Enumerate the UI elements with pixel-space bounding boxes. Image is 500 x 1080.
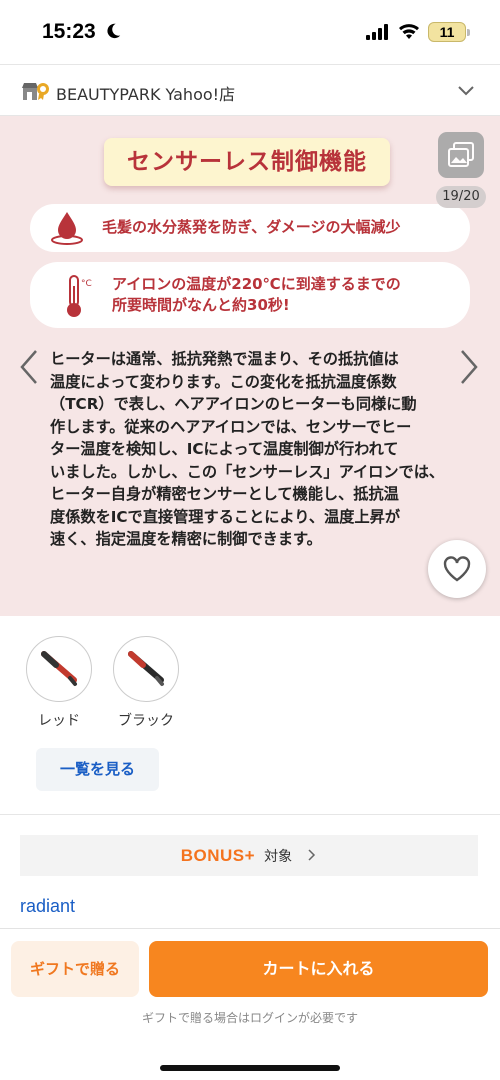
heart-icon	[443, 556, 471, 582]
description-line: ヒーター自身が精密センサーとして機能し、抵抗温	[50, 485, 399, 503]
section-divider	[0, 814, 500, 815]
bonus-plus-bar[interactable]: BONUS+ 対象	[20, 835, 478, 876]
chevron-down-icon[interactable]	[456, 83, 476, 97]
thermometer-unit: °C	[81, 279, 92, 289]
view-all-button[interactable]: 一覧を見る	[36, 748, 159, 791]
status-bar: 15:23 11	[0, 0, 500, 64]
next-image-arrow-icon[interactable]	[458, 348, 480, 386]
highlight-text-1: 毛髪の水分蒸発を防ぎ、ダメージの大幅減少	[102, 218, 401, 236]
description-line: ター温度を検知し、ICによって温度制御が行われて	[50, 440, 399, 458]
favorite-button[interactable]	[428, 540, 486, 598]
variant-thumbnail[interactable]	[113, 636, 179, 702]
description-line: 度係数をICで直接管理することにより、温度上昇が	[50, 507, 401, 526]
product-image-carousel[interactable]: センサーレス制御機能 毛髪の水分蒸発を防ぎ、ダメージの大幅減少 °C アイロンの…	[0, 116, 500, 616]
feature-title: センサーレス制御機能	[104, 138, 390, 186]
bonus-plus-logo: BONUS+	[180, 846, 256, 865]
variant-red[interactable]: レッド	[26, 636, 92, 730]
variant-label: ブラック	[118, 713, 174, 729]
wifi-icon	[399, 24, 419, 39]
description-line: 温度によって変わります。この変化を抵抗温度係数	[50, 372, 397, 391]
battery-indicator: 11	[428, 22, 470, 42]
description-line: （TCR）で表し、ヘアアイロンのヒーターも同様に動	[50, 395, 417, 413]
home-indicator[interactable]	[160, 1065, 340, 1071]
moon-icon	[107, 23, 121, 39]
description-line: 速く、指定温度を精密に制御できます。	[50, 530, 322, 548]
gift-button[interactable]: ギフトで贈る	[11, 941, 139, 997]
gallery-button[interactable]	[438, 132, 484, 178]
highlight-pill-2: °C アイロンの温度が220℃に到達するまでの 所要時間がなんと約30秒!	[30, 262, 470, 328]
highlight-text-2-line-2: 所要時間がなんと約30秒!	[112, 296, 290, 314]
previous-image-arrow-icon[interactable]	[18, 348, 40, 386]
store-icon	[22, 83, 49, 100]
variant-thumbnail[interactable]	[26, 636, 92, 702]
image-counter: 19/20	[436, 186, 486, 208]
bottom-action-bar: ギフトで贈る カートに入れる ギフトで贈る場合はログインが必要です	[0, 928, 500, 1080]
status-time: 15:23	[42, 20, 96, 43]
description-line: 作します。従来のヘアアイロンでは、センサーでヒー	[50, 417, 412, 436]
variant-label: レッド	[38, 713, 80, 729]
water-drop-icon	[51, 212, 83, 245]
bonus-label: 対象	[264, 849, 293, 865]
brand-link[interactable]: radiant	[20, 896, 75, 917]
cellular-signal-icon	[366, 24, 388, 40]
thermometer-icon: °C	[67, 275, 92, 317]
highlight-pill-1: 毛髪の水分蒸発を防ぎ、ダメージの大幅減少	[30, 204, 470, 252]
highlight-text-2: アイロンの温度が220℃に到達するまでの 所要時間がなんと約30秒!	[112, 274, 401, 316]
variant-black[interactable]: ブラック	[113, 636, 179, 730]
hair-iron-black-image	[128, 651, 164, 686]
gallery-icon	[448, 142, 474, 167]
chevron-right-icon	[308, 849, 316, 861]
login-required-note: ギフトで贈る場合はログインが必要です	[141, 1011, 358, 1025]
store-header[interactable]: BEAUTYPARK Yahoo!店	[0, 64, 500, 116]
highlight-text-2-line-1: アイロンの温度が220℃に到達するまでの	[112, 275, 401, 293]
store-name[interactable]: BEAUTYPARK Yahoo!店	[56, 81, 235, 105]
add-to-cart-button[interactable]: カートに入れる	[149, 941, 488, 997]
description-line: いました。しかし、この「センサーレス」アイロンでは、	[50, 462, 445, 481]
description-line: ヒーターは通常、抵抗発熱で温まり、その抵抗値は	[50, 350, 399, 368]
hair-iron-red-image	[41, 651, 77, 686]
feature-description: ヒーターは通常、抵抗発熱で温まり、その抵抗値は 温度によって変わります。この変化…	[50, 348, 460, 551]
